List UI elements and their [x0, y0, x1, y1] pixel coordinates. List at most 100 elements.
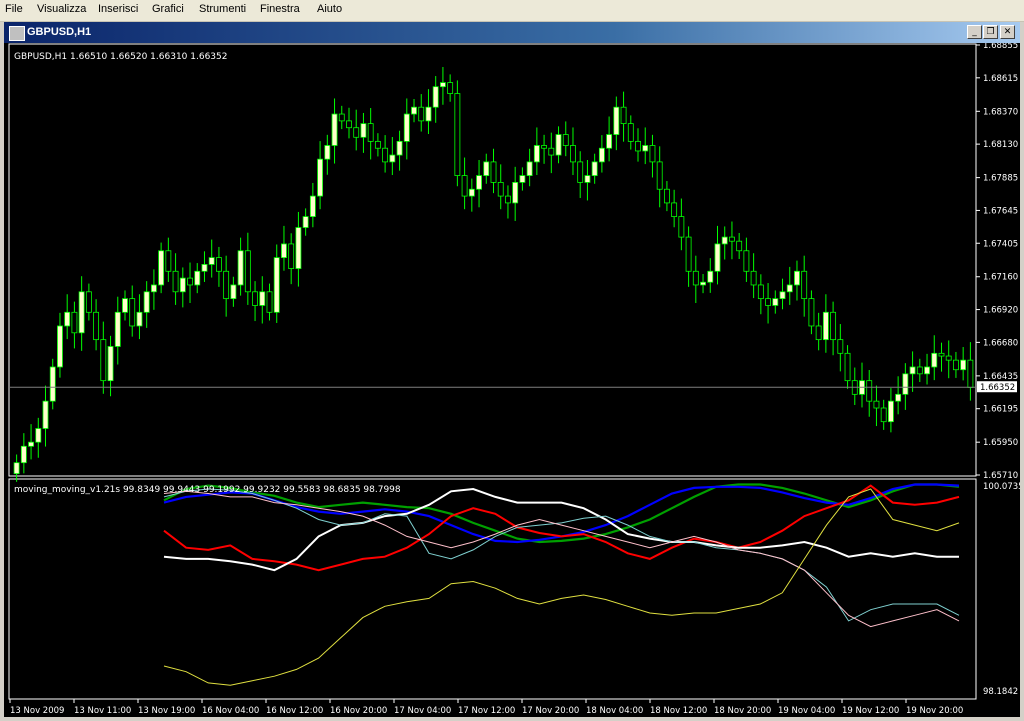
candle-bear [266, 291, 273, 313]
time-tick-label: 18 Nov 12:00 [650, 706, 707, 716]
price-tick-label: 1.66435 [983, 372, 1018, 382]
current-price-label: 1.66352 [980, 383, 1015, 393]
candle-bull [411, 106, 417, 115]
candle-bear [288, 243, 295, 269]
chart-area[interactable]: 1.68855 1.68615 1.68370 1.68130 1.67885 1.676… [4, 41, 1024, 717]
candle-bull [331, 113, 338, 146]
candle-bear [505, 195, 511, 204]
candle-bear [382, 147, 389, 163]
candle-bear [830, 311, 837, 341]
candle-bull [324, 145, 331, 160]
candle-bull [584, 175, 591, 183]
candle-bear [967, 359, 974, 388]
menu-file[interactable]: File [5, 3, 23, 15]
candle-bull [57, 325, 63, 368]
candle-bull [721, 236, 728, 245]
indicator-series-white [163, 487, 959, 572]
price-tick-label: 1.67885 [983, 174, 1018, 184]
candle-bull [13, 462, 20, 475]
candle-bear [187, 277, 193, 286]
menu-aiuto[interactable]: Aiuto [317, 3, 342, 15]
time-tick-label: 16 Nov 12:00 [266, 706, 323, 716]
candle-bull [512, 182, 519, 204]
candle-bear [656, 161, 663, 190]
window-title: GBPUSD,H1 [27, 26, 92, 38]
candle-bull [895, 393, 902, 402]
close-button[interactable]: ✕ [1000, 25, 1015, 39]
candle-bear [418, 106, 425, 122]
menu-grafici[interactable]: Grafici [152, 3, 184, 15]
candle-bear [374, 140, 381, 149]
chart-canvas[interactable]: 1.68855 1.68615 1.68370 1.68130 1.67885 1.676… [4, 41, 1024, 717]
candle-bull [425, 106, 432, 122]
menu-visualizza[interactable]: Visualizza [37, 3, 86, 15]
window-titlebar[interactable]: GBPUSD,H1 _ ❐ ✕ [4, 22, 1020, 43]
candle-bull [396, 140, 403, 156]
candle-bear [678, 216, 685, 238]
candle-bull [295, 227, 302, 269]
candle-bear [736, 240, 743, 252]
candle-bear [85, 291, 92, 313]
candle-bull [194, 270, 201, 286]
candle-bear [165, 250, 172, 272]
price-tick-label: 1.68855 [983, 43, 1018, 51]
time-tick-label: 17 Nov 04:00 [394, 706, 451, 716]
candle-bull [302, 216, 309, 228]
price-tick-label: 1.67405 [983, 239, 1018, 249]
candle-bear [497, 182, 504, 197]
candle-bull [439, 82, 446, 88]
time-axis: 13 Nov 2009 13 Nov 11:00 13 Nov 19:00 16 No… [9, 699, 963, 716]
candle-bull [598, 147, 605, 163]
candle-bear [244, 250, 251, 293]
price-tick-label: 1.68615 [983, 74, 1018, 84]
candle-bull [707, 270, 714, 283]
candle-bear [743, 250, 750, 272]
indicator-tick-label: 98.1842 [983, 687, 1018, 697]
time-tick-label: 19 Nov 12:00 [842, 706, 899, 716]
candle-bull [201, 264, 208, 272]
time-tick-label: 17 Nov 20:00 [522, 706, 579, 716]
candle-bull [476, 175, 482, 190]
candle-bull [555, 134, 562, 156]
candle-bull [468, 188, 475, 197]
candle-bear [808, 298, 815, 327]
candle-bear [635, 140, 641, 152]
candle-bear [577, 161, 584, 183]
candle-bear [837, 339, 844, 354]
minimize-button[interactable]: _ [967, 25, 982, 39]
menu-finestra[interactable]: Finestra [260, 3, 300, 15]
candle-bear [71, 311, 78, 334]
candle-bear [570, 145, 576, 163]
indicator-group [163, 483, 960, 686]
time-tick-label: 17 Nov 12:00 [458, 706, 515, 716]
menu-inserisci[interactable]: Inserisci [98, 3, 138, 15]
candle-bull [606, 134, 613, 149]
candle-bear [172, 270, 179, 293]
candle-bull [317, 158, 324, 197]
candle-bull [909, 366, 916, 375]
price-tick-label: 1.67160 [983, 273, 1018, 283]
candle-bear [367, 123, 374, 142]
candle-bear [346, 120, 352, 129]
candle-bull [259, 291, 266, 306]
menu-strumenti[interactable]: Strumenti [199, 3, 246, 15]
candle-bull [533, 145, 540, 163]
indicator-pane-frame [8, 478, 977, 700]
candle-bull [20, 445, 27, 464]
candle-bear [945, 355, 952, 361]
candle-bull [700, 281, 706, 286]
candle-bull [779, 291, 786, 300]
restore-button[interactable]: ❐ [983, 25, 998, 39]
candle-bull [78, 291, 85, 334]
candle-bear [815, 325, 822, 341]
time-tick-label: 16 Nov 20:00 [330, 706, 387, 716]
price-tick-label: 1.65950 [983, 438, 1018, 448]
indicator-pane-title: moving_moving_v1.21s 99.8349 99.9443 99.… [14, 485, 401, 495]
candle-bull [237, 250, 244, 286]
candle-bull [136, 311, 143, 327]
candle-bull [403, 113, 410, 142]
candle-bear [671, 202, 678, 217]
candle-bull [772, 298, 779, 306]
candle-bear [447, 82, 454, 94]
time-tick-label: 13 Nov 19:00 [138, 706, 195, 716]
